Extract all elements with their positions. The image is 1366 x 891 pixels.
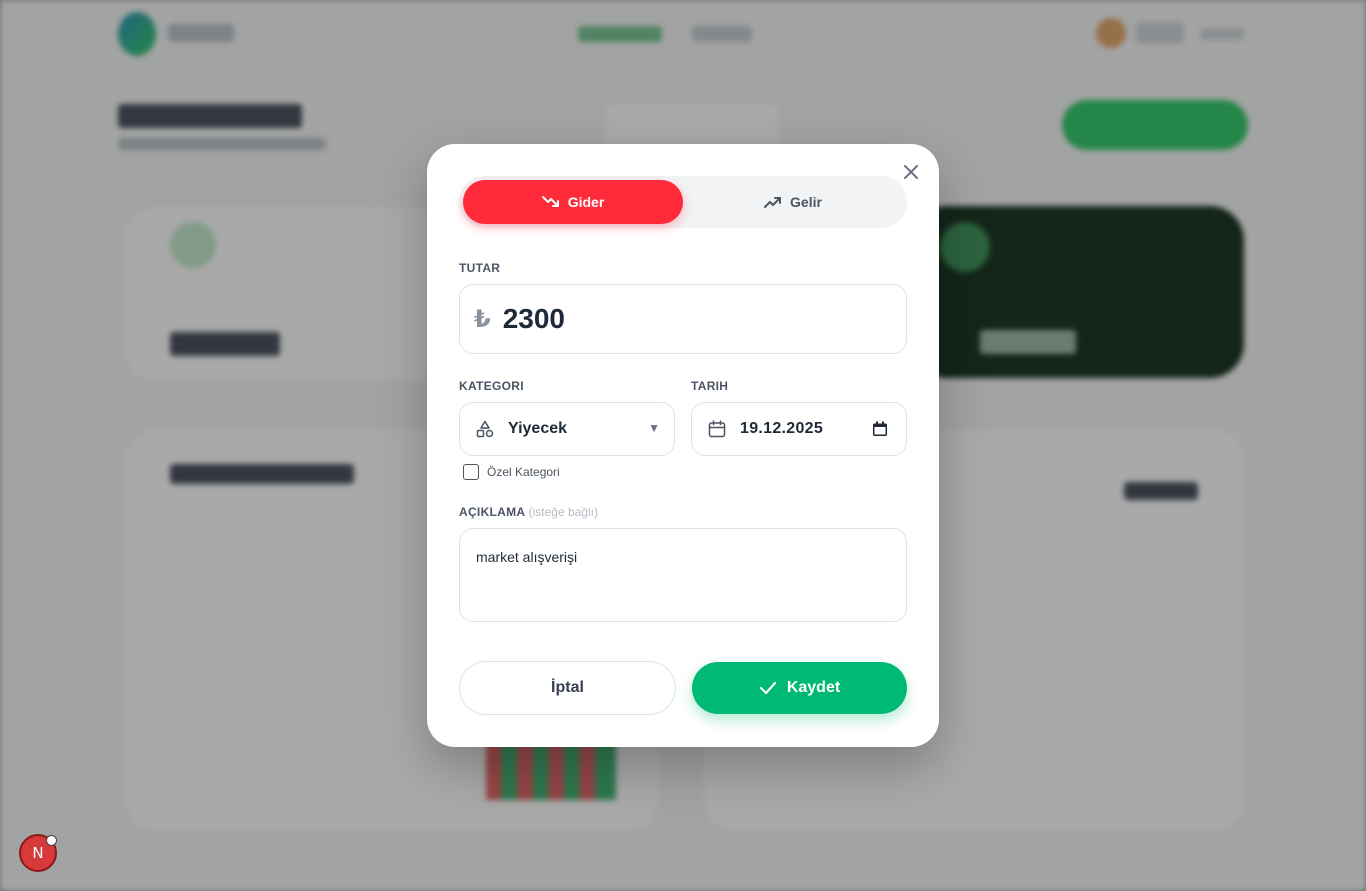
- close-button[interactable]: [901, 162, 921, 182]
- expense-tab-label: Gider: [567, 194, 605, 210]
- custom-category-option[interactable]: Özel Kategori: [463, 464, 560, 480]
- description-label-text: AÇIKLAMA: [459, 505, 525, 519]
- calendar-icon: [708, 420, 726, 438]
- amount-label: TUTAR: [459, 261, 501, 275]
- transaction-type-toggle: Gider Gelir: [459, 176, 907, 228]
- expense-tab[interactable]: Gider: [463, 180, 683, 224]
- custom-category-label: Özel Kategori: [487, 465, 560, 479]
- category-select[interactable]: Yiyecek ▼: [459, 402, 675, 456]
- trending-up-icon: [764, 197, 782, 208]
- save-button-label: Kaydet: [786, 679, 841, 696]
- dev-tools-status-dot: [46, 835, 57, 846]
- cancel-button[interactable]: İptal: [459, 661, 676, 715]
- currency-symbol: ₺: [474, 305, 491, 333]
- amount-field[interactable]: ₺: [459, 284, 907, 354]
- description-textarea[interactable]: market alışverişi: [459, 528, 907, 622]
- chevron-down-icon: ▼: [648, 421, 660, 435]
- description-label: AÇIKLAMA (isteğe bağlı): [459, 505, 598, 519]
- category-label: KATEGORI: [459, 379, 524, 393]
- shapes-icon: [476, 420, 494, 438]
- description-optional-hint: (isteğe bağlı): [528, 505, 598, 519]
- date-field[interactable]: 19.12.2025: [691, 402, 907, 456]
- trending-down-icon: [541, 196, 559, 207]
- check-icon: [759, 681, 776, 695]
- category-value: Yiyecek: [508, 420, 568, 437]
- amount-input[interactable]: [502, 303, 883, 335]
- income-tab-label: Gelir: [790, 194, 822, 210]
- add-transaction-modal: Gider Gelir TUTAR ₺ KATEGORI Yiyecek ▼ T…: [427, 144, 939, 747]
- close-icon: [904, 165, 918, 179]
- date-picker-icon[interactable]: [872, 421, 888, 437]
- date-label: TARIH: [691, 379, 729, 393]
- income-tab[interactable]: Gelir: [683, 180, 903, 224]
- custom-category-checkbox[interactable]: [463, 464, 479, 480]
- date-value: 19.12.2025: [740, 420, 824, 437]
- save-button[interactable]: Kaydet: [692, 662, 907, 714]
